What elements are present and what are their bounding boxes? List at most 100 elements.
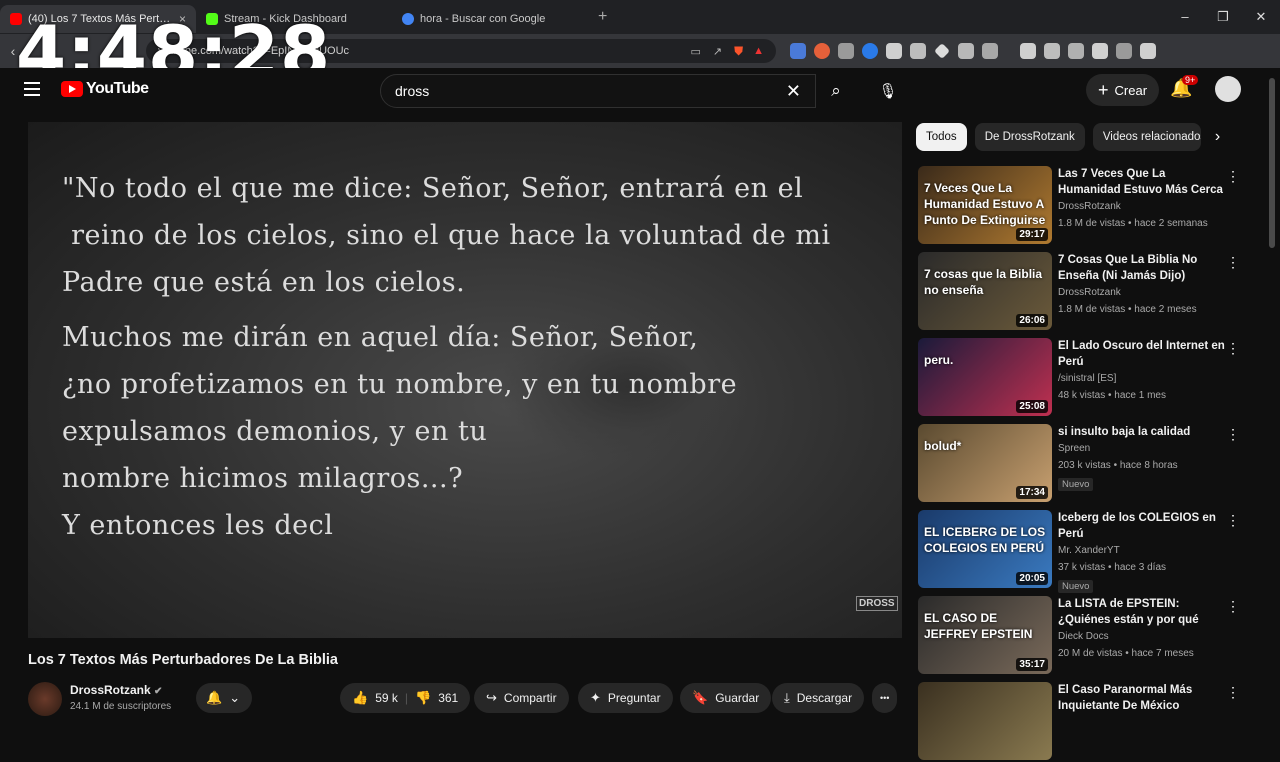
sidebar-icon[interactable] (1044, 43, 1060, 59)
music-icon[interactable] (1020, 43, 1036, 59)
channel-name[interactable]: DrossRotzank (1058, 284, 1230, 301)
channel-avatar[interactable] (28, 682, 62, 716)
channel-name[interactable]: DrossRotzank (70, 683, 151, 697)
notifications-button[interactable]: 🔔 9+ (1170, 75, 1199, 99)
ask-label: Preguntar (607, 691, 661, 705)
chip-related[interactable]: Videos relacionados (1092, 123, 1201, 151)
channel-name[interactable]: DrossRotzank (1058, 198, 1230, 215)
search-button[interactable]: ⌕ (816, 74, 856, 108)
clear-search-icon[interactable]: ✕ (786, 81, 801, 102)
kebab-menu-icon[interactable]: ⋮ (1226, 598, 1240, 615)
divider: | (404, 691, 408, 705)
video-title[interactable]: El Lado Oscuro del Internet en Perú (1058, 338, 1230, 370)
video-thumbnail[interactable]: EL CASO DE JEFFREY EPSTEIN 35:17 (918, 596, 1052, 674)
recommendation-item[interactable]: EL ICEBERG DE LOS COLEGIOS EN PERÚ 20:05 I… (916, 510, 1246, 593)
video-title[interactable]: El Caso Paranormal Más Inquietante De Mé… (1058, 682, 1230, 714)
recommendation-item[interactable]: bolud* 17:34 si insulto baja la calidad Spr… (916, 424, 1246, 504)
close-window-button[interactable]: ✕ (1242, 9, 1280, 25)
video-stats: 20 M de vistas • hace 7 meses (1058, 648, 1194, 659)
browser-menu-icon[interactable] (1140, 43, 1156, 59)
video-title[interactable]: si insulto baja la calidad (1058, 424, 1230, 440)
channel-text: DrossRotzank (1058, 287, 1121, 298)
thumbnail-caption: 7 Veces Que La Humanidad Estuvo A Punto … (924, 181, 1046, 227)
video-thumbnail[interactable]: 7 cosas que la Biblia no enseña 26:06 (918, 252, 1052, 330)
blue-circle-icon[interactable] (862, 43, 878, 59)
kebab-menu-icon[interactable]: ⋮ (1226, 512, 1240, 529)
page-scrollbar[interactable] (1268, 68, 1276, 708)
video-title[interactable]: Las 7 Veces Que La Humanidad Estuvo Más … (1058, 166, 1230, 198)
chip-all[interactable]: Todos (916, 123, 967, 151)
microphone-icon: 🎙 (878, 83, 898, 100)
video-title[interactable]: Iceberg de los COLEGIOS en Perú (1058, 510, 1230, 542)
more-actions-button[interactable]: ••• (872, 683, 898, 713)
create-button[interactable]: + Crear (1086, 74, 1160, 106)
download-button[interactable]: ⤓ Descargar (772, 683, 865, 713)
puzzle-icon[interactable] (958, 43, 974, 59)
save-button[interactable]: 🔖 Guardar (680, 683, 772, 713)
like-button[interactable]: 👍 59 k | 👎 361 (340, 683, 471, 713)
video-thumbnail[interactable]: bolud* 17:34 (918, 424, 1052, 502)
cast-icon[interactable]: ▭ (690, 45, 700, 58)
wallet-icon[interactable] (1068, 43, 1084, 59)
video-thumbnail[interactable]: peru. 25:08 (918, 338, 1052, 416)
notification-badge: 9+ (1182, 75, 1199, 85)
translate-icon[interactable] (790, 43, 806, 59)
recommendation-item[interactable]: peru. 25:08 El Lado Oscuro del Internet en… (916, 338, 1246, 418)
kebab-menu-icon[interactable]: ⋮ (1226, 426, 1240, 443)
recommendation-item[interactable]: EL CASO DE JEFFREY EPSTEIN 35:17 La LISTA … (916, 596, 1246, 676)
recommendation-item[interactable]: 7 cosas que la Biblia no enseña 26:06 7 Co… (916, 252, 1246, 332)
maximize-button[interactable]: ❐ (1204, 9, 1242, 25)
ask-button[interactable]: ✦ Preguntar (578, 683, 673, 713)
shield-icon[interactable] (838, 43, 854, 59)
video-title[interactable]: 7 Cosas Que La Biblia No Enseña (Ni Jamá… (1058, 252, 1230, 284)
channel-text: Spreen (1058, 443, 1091, 454)
box-icon[interactable] (982, 43, 998, 59)
video-thumbnail[interactable]: EL ICEBERG DE LOS COLEGIOS EN PERÚ 20:05 (918, 510, 1052, 588)
sparkle-icon[interactable] (1092, 43, 1108, 59)
account-avatar[interactable] (1215, 76, 1241, 102)
document-icon[interactable] (886, 43, 902, 59)
thumbs-down-icon[interactable]: 👎 (415, 690, 431, 706)
kebab-menu-icon[interactable]: ⋮ (1226, 168, 1240, 185)
hamburger-menu-icon[interactable] (24, 82, 40, 96)
channel-text: /sinistral [ES] (1058, 373, 1117, 384)
verse-line: expulsamos demonios, y en tu (62, 416, 488, 447)
channel-name-row[interactable]: DrossRotzank ✔ (70, 683, 162, 697)
minimize-button[interactable]: – (1166, 9, 1204, 25)
new-tab-button[interactable]: + (588, 8, 617, 26)
video-title[interactable]: La LISTA de EPSTEIN: ¿Quiénes están y po… (1058, 596, 1230, 628)
chip-from-channel[interactable]: De DrossRotzank (974, 123, 1085, 151)
channel-name[interactable]: Dieck Docs (1058, 628, 1230, 645)
share-page-icon[interactable]: ↗ (713, 45, 722, 58)
screen-icon[interactable] (910, 43, 926, 59)
fire-icon[interactable] (814, 43, 830, 59)
vpn-shield-icon[interactable] (1116, 43, 1132, 59)
subscription-bell-button[interactable]: 🔔 ⌄ (196, 683, 252, 713)
scrollbar-thumb[interactable] (1269, 78, 1275, 248)
video-thumbnail[interactable] (918, 682, 1052, 760)
recommendation-item[interactable]: El Caso Paranormal Más Inquietante De Mé… (916, 682, 1246, 762)
share-button[interactable]: ↪ Compartir (474, 683, 569, 713)
channel-text: DrossRotzank (1058, 201, 1121, 212)
channel-name[interactable]: Spreen (1058, 440, 1230, 457)
brave-rewards-icon[interactable]: ▲ (753, 45, 764, 57)
brave-shield-icon[interactable]: ⛊ (734, 44, 743, 59)
kebab-menu-icon[interactable]: ⋮ (1226, 254, 1240, 271)
voice-search-button[interactable]: 🎙 (872, 75, 904, 107)
video-player[interactable]: "No todo el que me dice: Señor, Señor, e… (28, 122, 902, 638)
channel-name[interactable]: /sinistral [ES] (1058, 370, 1230, 387)
chevron-right-icon[interactable]: › (1215, 128, 1220, 146)
download-icon: ⤓ (784, 690, 790, 705)
browser-tab-google[interactable]: hora - Buscar con Google (392, 5, 588, 33)
video-thumbnail[interactable]: 7 Veces Que La Humanidad Estuvo A Punto … (918, 166, 1052, 244)
recommendation-item[interactable]: 7 Veces Que La Humanidad Estuvo A Punto … (916, 166, 1246, 246)
channel-name[interactable]: Mr. XanderYT (1058, 542, 1230, 559)
search-input[interactable]: dross (395, 83, 786, 99)
diamond-icon[interactable] (934, 43, 950, 59)
kebab-menu-icon[interactable]: ⋮ (1226, 340, 1240, 357)
youtube-logo[interactable]: YouTube (61, 80, 149, 98)
channel-watermark[interactable]: DROSS (856, 596, 898, 611)
video-stats: 203 k vistas • hace 8 horas (1058, 460, 1178, 471)
kebab-menu-icon[interactable]: ⋮ (1226, 684, 1240, 701)
search-box[interactable]: dross ✕ (380, 74, 816, 108)
